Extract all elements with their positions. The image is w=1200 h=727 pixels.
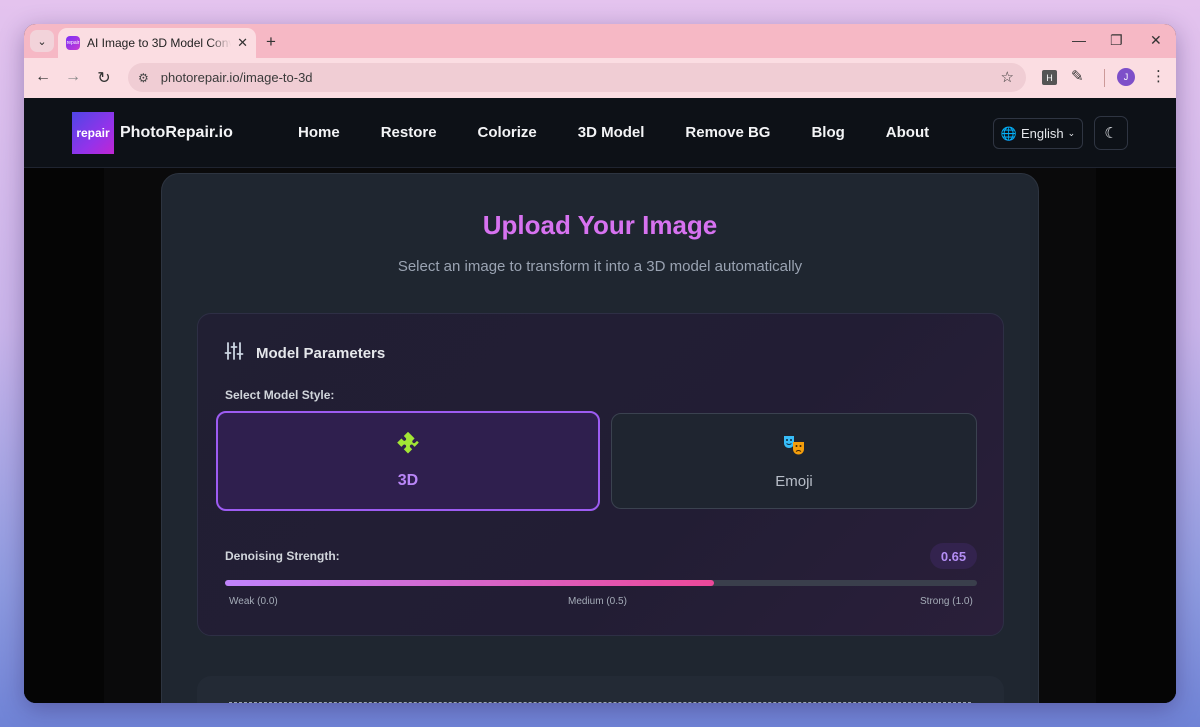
nav-colorize[interactable]: Colorize <box>478 124 537 141</box>
address-url: photorepair.io/image-to-3d <box>160 70 313 85</box>
extension-h-icon[interactable]: H <box>1042 70 1057 85</box>
chevron-down-icon: ⌄ <box>1067 128 1076 138</box>
moon-icon: ☾ <box>1104 125 1118 142</box>
site-info-icon[interactable]: ⚙ <box>138 71 149 85</box>
site-logo[interactable]: repair <box>72 112 114 154</box>
theater-masks-icon <box>782 433 806 463</box>
main-nav: Home Restore Colorize 3D Model Remove BG… <box>298 124 970 141</box>
tab-strip: ⌄ repair AI Image to 3D Model Converter … <box>24 24 1176 58</box>
forward-icon[interactable]: → <box>63 68 83 86</box>
back-icon[interactable]: ← <box>33 68 53 86</box>
browser-menu-icon[interactable]: ⋮ <box>1151 67 1166 85</box>
globe-icon: 🌐 <box>1000 125 1017 141</box>
denoising-label: Denoising Strength: <box>225 549 340 563</box>
browser-toolbar: ← → ↻ ⚙ photorepair.io/image-to-3d ☆ H ✎… <box>24 58 1176 98</box>
language-selector[interactable]: 🌐 English ⌄ <box>993 118 1083 149</box>
upload-card: Upload Your Image Select an image to tra… <box>161 173 1039 703</box>
reload-icon[interactable]: ↻ <box>94 68 114 88</box>
browser-tab[interactable]: repair AI Image to 3D Model Converter ✕ <box>58 28 256 58</box>
upload-title: Upload Your Image <box>482 210 718 240</box>
nav-remove-bg[interactable]: Remove BG <box>685 124 770 141</box>
minimize-icon[interactable]: — <box>1072 32 1086 48</box>
slider-mark-medium: Medium (0.5) <box>568 596 627 607</box>
style-option-3d[interactable]: 3D <box>216 411 600 511</box>
nav-home[interactable]: Home <box>298 124 340 141</box>
nav-blog[interactable]: Blog <box>811 124 844 141</box>
dropzone-border[interactable] <box>229 702 971 703</box>
nav-about[interactable]: About <box>886 124 929 141</box>
address-bar[interactable]: ⚙ photorepair.io/image-to-3d ☆ <box>128 63 1026 92</box>
site-name[interactable]: PhotoRepair.io <box>120 124 233 142</box>
web-page: repair PhotoRepair.io Home Restore Color… <box>24 98 1176 703</box>
model-parameters-panel: Model Parameters Select Model Style: 3D <box>197 313 1004 636</box>
sliders-icon <box>224 341 244 366</box>
bookmark-star-icon[interactable]: ☆ <box>1001 68 1014 86</box>
nav-restore[interactable]: Restore <box>381 124 437 141</box>
restore-icon[interactable]: ❐ <box>1110 32 1123 49</box>
extensions-puzzle-icon[interactable]: ✎ <box>1071 67 1084 85</box>
style-label: Select Model Style: <box>225 388 335 402</box>
right-gutter <box>1096 168 1176 703</box>
style-label-emoji: Emoji <box>775 472 813 490</box>
slider-mark-strong: Strong (1.0) <box>920 596 973 607</box>
browser-window: ⌄ repair AI Image to 3D Model Converter … <box>24 24 1176 703</box>
toolbar-divider <box>1104 69 1105 87</box>
style-label-3d: 3D <box>397 472 419 489</box>
puzzle-icon <box>396 431 420 462</box>
tab-close-icon[interactable]: ✕ <box>237 35 248 51</box>
left-gutter <box>24 168 104 703</box>
denoising-slider[interactable] <box>225 580 977 586</box>
denoising-value-badge: 0.65 <box>930 543 977 569</box>
style-option-emoji[interactable]: Emoji <box>611 413 977 509</box>
new-tab-icon[interactable]: + <box>266 32 276 52</box>
tab-search-chevron-icon[interactable]: ⌄ <box>30 30 54 52</box>
upload-subtitle: Select an image to transform it into a 3… <box>397 258 803 275</box>
slider-mark-weak: Weak (0.0) <box>229 596 278 607</box>
nav-3d-model[interactable]: 3D Model <box>578 124 645 141</box>
denoising-slider-fill <box>225 580 714 586</box>
dark-mode-toggle[interactable]: ☾ <box>1094 116 1128 150</box>
site-header: repair PhotoRepair.io Home Restore Color… <box>24 98 1176 168</box>
parameters-title: Model Parameters <box>256 345 386 362</box>
tab-favicon: repair <box>66 36 80 50</box>
dropzone-panel <box>197 676 1004 703</box>
tab-title: AI Image to 3D Model Converter <box>87 36 231 50</box>
language-label: English <box>1021 126 1064 141</box>
profile-avatar[interactable]: J <box>1117 68 1135 86</box>
window-close-icon[interactable]: ✕ <box>1150 32 1162 49</box>
